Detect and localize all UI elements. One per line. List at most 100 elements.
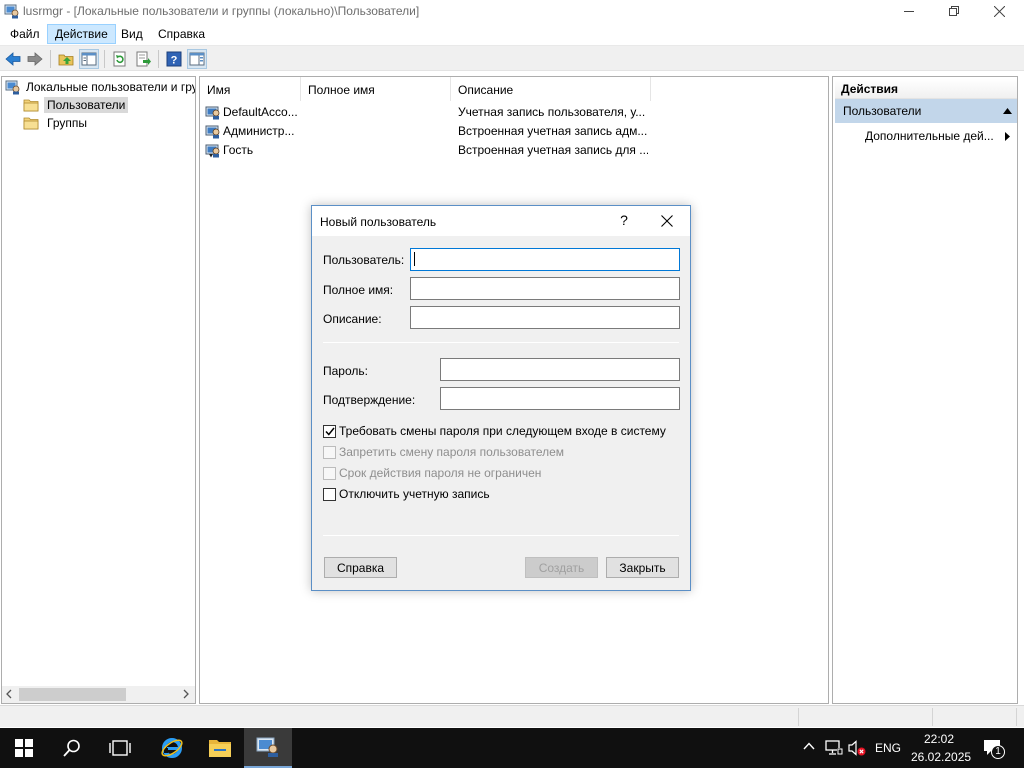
dialog-help-button[interactable]: ? — [614, 212, 634, 230]
lusrmgr-app-icon — [4, 3, 20, 19]
table-row[interactable]: Администр... Встроенная учетная запись а… — [202, 122, 822, 141]
confirm-password-input[interactable] — [440, 387, 680, 410]
volume-tray-button[interactable] — [848, 740, 866, 756]
checkbox-box[interactable] — [323, 487, 336, 501]
scroll-left-arrow-icon[interactable] — [5, 689, 13, 699]
toolbar: ? — [0, 45, 1024, 71]
username-input[interactable] — [410, 248, 680, 271]
dialog-help-text-button[interactable]: Справка — [324, 557, 397, 578]
table-row[interactable]: Гость Встроенная учетная запись для ... — [202, 141, 822, 160]
must-change-password-checkbox[interactable]: Требовать смены пароля при следующем вхо… — [323, 423, 666, 439]
actions-pane: Действия Пользователи Дополнительные дей… — [832, 76, 1018, 704]
clock-time[interactable]: 22:02 — [924, 732, 954, 746]
description-input[interactable] — [410, 306, 680, 329]
dialog-separator — [323, 342, 679, 343]
restore-button[interactable] — [931, 0, 977, 22]
minimize-button[interactable] — [886, 0, 932, 22]
export-list-icon[interactable] — [133, 49, 153, 69]
action-center-button[interactable]: 1 — [983, 739, 1007, 759]
toolbar-separator — [158, 50, 159, 68]
help-icon[interactable]: ? — [164, 49, 184, 69]
language-indicator[interactable]: ENG — [875, 741, 901, 755]
local-users-groups-icon — [5, 80, 20, 95]
search-button[interactable] — [48, 728, 96, 768]
task-view-icon — [109, 740, 131, 756]
cannot-change-password-label: Запретить смену пароля пользователем — [339, 445, 565, 459]
dialog-titlebar: Новый пользователь ? — [312, 206, 690, 236]
submenu-arrow-icon — [1005, 132, 1010, 141]
start-button[interactable] — [0, 728, 48, 768]
toolbar-separator — [104, 50, 105, 68]
svg-text:?: ? — [171, 55, 178, 67]
row-name: Администр... — [223, 124, 295, 138]
menu-file[interactable]: Файл — [3, 24, 47, 44]
refresh-icon[interactable] — [110, 49, 130, 69]
show-hide-action-pane-icon[interactable] — [187, 49, 207, 69]
show-hidden-icons-button[interactable] — [803, 742, 815, 750]
tree-item-groups[interactable]: Группы — [23, 114, 90, 132]
more-actions-item[interactable]: Дополнительные дей... — [865, 129, 994, 143]
tree-root[interactable]: Локальные пользователи и группы (локальн… — [5, 78, 195, 96]
account-disabled-label: Отключить учетную запись — [339, 487, 490, 501]
user-account-icon — [205, 125, 220, 139]
volume-muted-icon — [848, 740, 866, 756]
task-view-button[interactable] — [96, 728, 144, 768]
lusrmgr-taskbar-button[interactable] — [244, 728, 292, 768]
cannot-change-password-checkbox: Запретить смену пароля пользователем — [323, 444, 564, 460]
menu-view[interactable]: Вид — [114, 24, 150, 44]
file-explorer-taskbar-button[interactable] — [196, 728, 244, 768]
account-disabled-checkbox[interactable]: Отключить учетную запись — [323, 486, 490, 502]
forward-arrow-icon[interactable] — [25, 49, 45, 69]
show-hide-tree-icon[interactable] — [79, 49, 99, 69]
password-label: Пароль: — [323, 364, 368, 378]
folder-icon — [23, 117, 39, 130]
row-description: Встроенная учетная запись адм... — [458, 124, 648, 138]
internet-explorer-taskbar-button[interactable] — [148, 728, 196, 768]
up-folder-icon[interactable] — [56, 49, 76, 69]
menu-action[interactable]: Действие — [47, 24, 116, 44]
checkbox-box[interactable] — [323, 424, 336, 438]
table-row[interactable]: DefaultAcco... Учетная запись пользовате… — [202, 103, 822, 122]
tree-item-users[interactable]: Пользователи — [23, 96, 129, 114]
menu-help[interactable]: Справка — [151, 24, 212, 44]
close-button[interactable]: Закрыть — [606, 557, 679, 578]
password-never-expires-label: Срок действия пароля не ограничен — [339, 466, 542, 480]
taskbar: ENG 22:02 26.02.2025 1 — [0, 728, 1024, 768]
status-bar — [0, 705, 1024, 727]
column-header-name[interactable]: Имя — [200, 77, 301, 101]
status-divider — [798, 708, 799, 726]
console-tree-pane[interactable]: Локальные пользователи и группы (локальн… — [1, 76, 196, 704]
user-account-icon — [205, 106, 220, 120]
row-name: Гость — [223, 143, 254, 157]
lusrmgr-app-icon — [256, 737, 278, 757]
collapse-up-icon[interactable] — [1003, 108, 1012, 114]
fullname-input[interactable] — [410, 277, 680, 300]
actions-section-users[interactable]: Пользователи — [835, 99, 1017, 123]
close-window-button[interactable] — [976, 0, 1022, 22]
row-description: Встроенная учетная запись для ... — [458, 143, 648, 157]
dialog-title: Новый пользователь — [320, 215, 437, 229]
status-divider — [1016, 708, 1017, 726]
window-titlebar: lusrmgr - [Локальные пользователи и груп… — [0, 0, 1024, 22]
internet-explorer-icon — [161, 738, 183, 758]
column-header-fullname[interactable]: Полное имя — [301, 77, 451, 101]
windows-logo-icon — [15, 739, 33, 757]
new-user-dialog: Новый пользователь ? Пользователь: Полно… — [311, 205, 691, 591]
create-button[interactable]: Создать — [525, 557, 598, 578]
tree-horizontal-scrollbar[interactable] — [2, 686, 195, 703]
column-header-description[interactable]: Описание — [451, 77, 651, 101]
toolbar-separator — [50, 50, 51, 68]
folder-icon — [23, 99, 39, 112]
back-arrow-icon[interactable] — [3, 49, 23, 69]
dialog-close-button[interactable] — [655, 211, 679, 231]
scroll-thumb[interactable] — [19, 688, 126, 701]
dialog-separator — [323, 535, 679, 536]
password-input[interactable] — [440, 358, 680, 381]
network-tray-button[interactable] — [825, 740, 843, 756]
actions-header: Действия — [835, 79, 1017, 99]
search-icon — [63, 739, 80, 757]
fullname-label: Полное имя: — [323, 283, 394, 297]
scroll-right-arrow-icon[interactable] — [182, 689, 190, 699]
tree-item-users-label: Пользователи — [44, 97, 129, 113]
clock-date[interactable]: 26.02.2025 — [911, 750, 971, 764]
